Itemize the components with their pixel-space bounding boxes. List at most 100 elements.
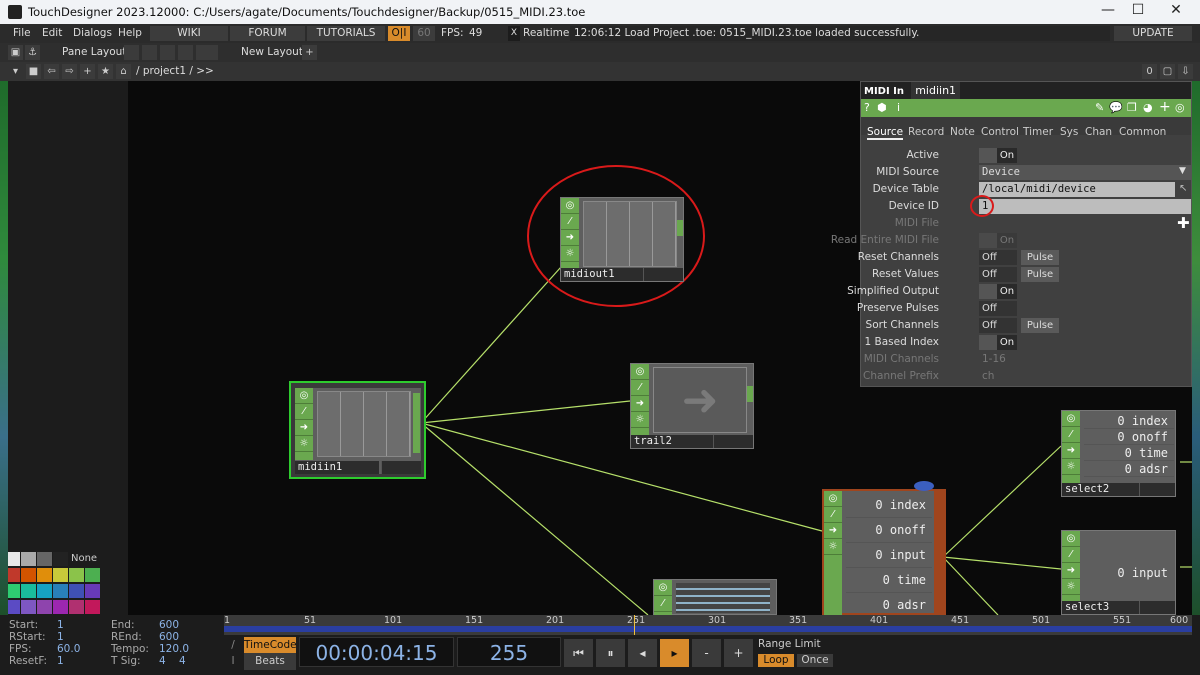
i-button[interactable]: I bbox=[226, 653, 240, 670]
update-button[interactable]: UPDATE bbox=[1114, 26, 1192, 41]
node-midiout1[interactable]: ◎ ⁄ ➜ ☼ midiout1 bbox=[560, 197, 684, 282]
layout-split-h-icon[interactable] bbox=[160, 45, 175, 60]
step-forward-button[interactable]: + bbox=[724, 639, 753, 667]
comment-icon[interactable]: 💬 bbox=[1109, 101, 1123, 114]
network-path[interactable]: / project1 / >> bbox=[136, 65, 214, 77]
tab-control[interactable]: Control bbox=[981, 126, 1019, 138]
back-icon[interactable]: ⇦ bbox=[44, 64, 59, 79]
device-table-field[interactable]: /local/midi/device bbox=[979, 182, 1175, 197]
step-back-button[interactable]: - bbox=[692, 639, 721, 667]
perform-mode-button[interactable]: O|I bbox=[388, 26, 410, 41]
simplified-output-toggle[interactable]: On bbox=[979, 284, 1017, 299]
tab-sys[interactable]: Sys bbox=[1060, 126, 1078, 138]
node-flags[interactable] bbox=[381, 461, 421, 474]
reset-values-toggle[interactable]: Off bbox=[979, 267, 1017, 282]
node-select2[interactable]: ◎ ⁄ ➜ ☼ 0 index 0 onoff 0 time 0 adsr selec… bbox=[1061, 410, 1176, 497]
pause-button[interactable]: ⏸ bbox=[596, 639, 625, 667]
browse-icon[interactable]: ↖ bbox=[1179, 183, 1187, 194]
reset-values-pulse[interactable]: Pulse bbox=[1021, 267, 1059, 282]
pane-maximize-icon[interactable]: ▢ bbox=[1160, 64, 1175, 79]
node-flags[interactable] bbox=[1139, 601, 1175, 614]
reset-channels-toggle[interactable]: Off bbox=[979, 250, 1017, 265]
timeline-ruler[interactable]: 1 51 101 151 201 251 301 351 401 451 501… bbox=[224, 615, 1192, 635]
play-backward-button[interactable]: ◂ bbox=[628, 639, 657, 667]
add-icon[interactable]: + bbox=[80, 64, 95, 79]
home-icon[interactable]: ⌂ bbox=[116, 64, 131, 79]
node-flags[interactable] bbox=[713, 435, 753, 448]
node-flags[interactable] bbox=[643, 268, 683, 281]
viewer-icon[interactable]: ▣ bbox=[8, 45, 23, 60]
anchor-icon[interactable]: ⚓ bbox=[25, 45, 40, 60]
sort-channels-toggle[interactable]: Off bbox=[979, 318, 1017, 333]
layout-single-icon[interactable] bbox=[124, 45, 139, 60]
tab-timer[interactable]: Timer bbox=[1023, 126, 1053, 138]
node-partial[interactable]: ◎ ⁄ bbox=[653, 579, 777, 615]
help-icon[interactable]: ? bbox=[864, 101, 870, 114]
tab-chan[interactable]: Chan bbox=[1085, 126, 1112, 138]
play-forward-button[interactable]: ▸ bbox=[660, 639, 689, 667]
chevron-down-icon[interactable]: ▼ bbox=[1179, 166, 1186, 176]
read-entire-toggle[interactable]: On bbox=[979, 233, 1017, 248]
menu-dialogs[interactable]: Dialogs bbox=[73, 27, 112, 39]
menu-file[interactable]: File bbox=[13, 27, 31, 39]
timeline-range-bar[interactable] bbox=[224, 626, 1192, 632]
tab-common[interactable]: Common bbox=[1119, 126, 1166, 138]
device-id-field[interactable]: 1 bbox=[979, 199, 1191, 214]
layout-three-icon[interactable] bbox=[178, 45, 193, 60]
add-file-icon[interactable]: ✚ bbox=[1177, 214, 1190, 232]
edit-icon[interactable]: ✎ bbox=[1095, 101, 1104, 114]
copy-icon[interactable]: ❐ bbox=[1127, 101, 1137, 114]
frame-display[interactable]: 255 bbox=[457, 637, 561, 667]
pane-split-icon[interactable]: ⇩ bbox=[1178, 64, 1193, 79]
python-icon[interactable]: ⬢ bbox=[877, 101, 887, 114]
beats-button[interactable]: Beats bbox=[244, 653, 296, 670]
tab-record[interactable]: Record bbox=[908, 126, 944, 138]
node-flags[interactable] bbox=[1139, 483, 1175, 496]
tab-source[interactable]: Source bbox=[867, 126, 904, 140]
op-name-field[interactable]: midiin1 bbox=[911, 82, 961, 99]
one-based-index-toggle[interactable]: On bbox=[979, 335, 1017, 350]
layout-split-v-icon[interactable] bbox=[142, 45, 157, 60]
info-icon[interactable]: i bbox=[897, 101, 900, 114]
stop-icon[interactable]: ■ bbox=[26, 64, 41, 79]
node-midiin1[interactable]: ◎ ⁄ ➜ ☼ midiin1 bbox=[289, 381, 426, 479]
output-connector[interactable] bbox=[413, 393, 420, 453]
midi-channels-value[interactable]: 1-16 bbox=[982, 353, 1006, 365]
add-param-icon[interactable]: + bbox=[1159, 99, 1171, 115]
palette-none[interactable]: None bbox=[71, 553, 97, 564]
channel-prefix-value[interactable]: ch bbox=[982, 370, 994, 382]
layout-quad-icon[interactable] bbox=[196, 45, 218, 60]
timecode-button[interactable]: TimeCode bbox=[244, 637, 297, 654]
realtime-checkbox[interactable]: X bbox=[508, 26, 520, 41]
node-name[interactable]: trail2 bbox=[631, 435, 715, 448]
rewind-button[interactable]: ⏮ bbox=[564, 639, 593, 667]
forum-button[interactable]: FORUM bbox=[230, 26, 305, 41]
bookmark-icon[interactable]: ★ bbox=[98, 64, 113, 79]
maximize-button[interactable]: ☐ bbox=[1120, 2, 1156, 22]
menu-edit[interactable]: Edit bbox=[42, 27, 62, 39]
node-merge[interactable]: ◎ ⁄ ➜ ☼ 0 index 0 onoff 0 input 0 time 0 ad… bbox=[822, 481, 946, 615]
node-name[interactable]: midiout1 bbox=[561, 268, 645, 281]
reset-channels-pulse[interactable]: Pulse bbox=[1021, 250, 1059, 265]
close-button[interactable]: ✕ bbox=[1158, 2, 1194, 22]
once-button[interactable]: Once bbox=[797, 654, 833, 667]
tutorials-button[interactable]: TUTORIALS bbox=[307, 26, 385, 41]
sort-channels-pulse[interactable]: Pulse bbox=[1021, 318, 1059, 333]
gear-icon[interactable]: ◎ bbox=[1175, 101, 1185, 114]
midi-source-menu[interactable]: Device bbox=[979, 165, 1191, 180]
add-layout-button[interactable]: + bbox=[302, 45, 317, 60]
time-display[interactable]: 00:00:04:15 bbox=[299, 637, 454, 667]
python-logo-icon[interactable]: ◕ bbox=[1143, 101, 1153, 114]
fps-lock-button[interactable]: 60 bbox=[413, 26, 435, 41]
menu-help[interactable]: Help bbox=[118, 27, 142, 39]
node-name[interactable]: select3 bbox=[1062, 601, 1140, 614]
node-name[interactable]: midiin1 bbox=[295, 461, 379, 474]
playhead[interactable] bbox=[634, 615, 635, 635]
forward-icon[interactable]: ⇨ bbox=[62, 64, 77, 79]
wiki-button[interactable]: WIKI bbox=[150, 26, 228, 41]
output-connector[interactable] bbox=[677, 220, 683, 236]
loop-button[interactable]: Loop bbox=[758, 654, 794, 667]
preserve-pulses-toggle[interactable]: Off bbox=[979, 301, 1017, 316]
tab-note[interactable]: Note bbox=[950, 126, 975, 138]
output-connector[interactable] bbox=[747, 386, 753, 402]
